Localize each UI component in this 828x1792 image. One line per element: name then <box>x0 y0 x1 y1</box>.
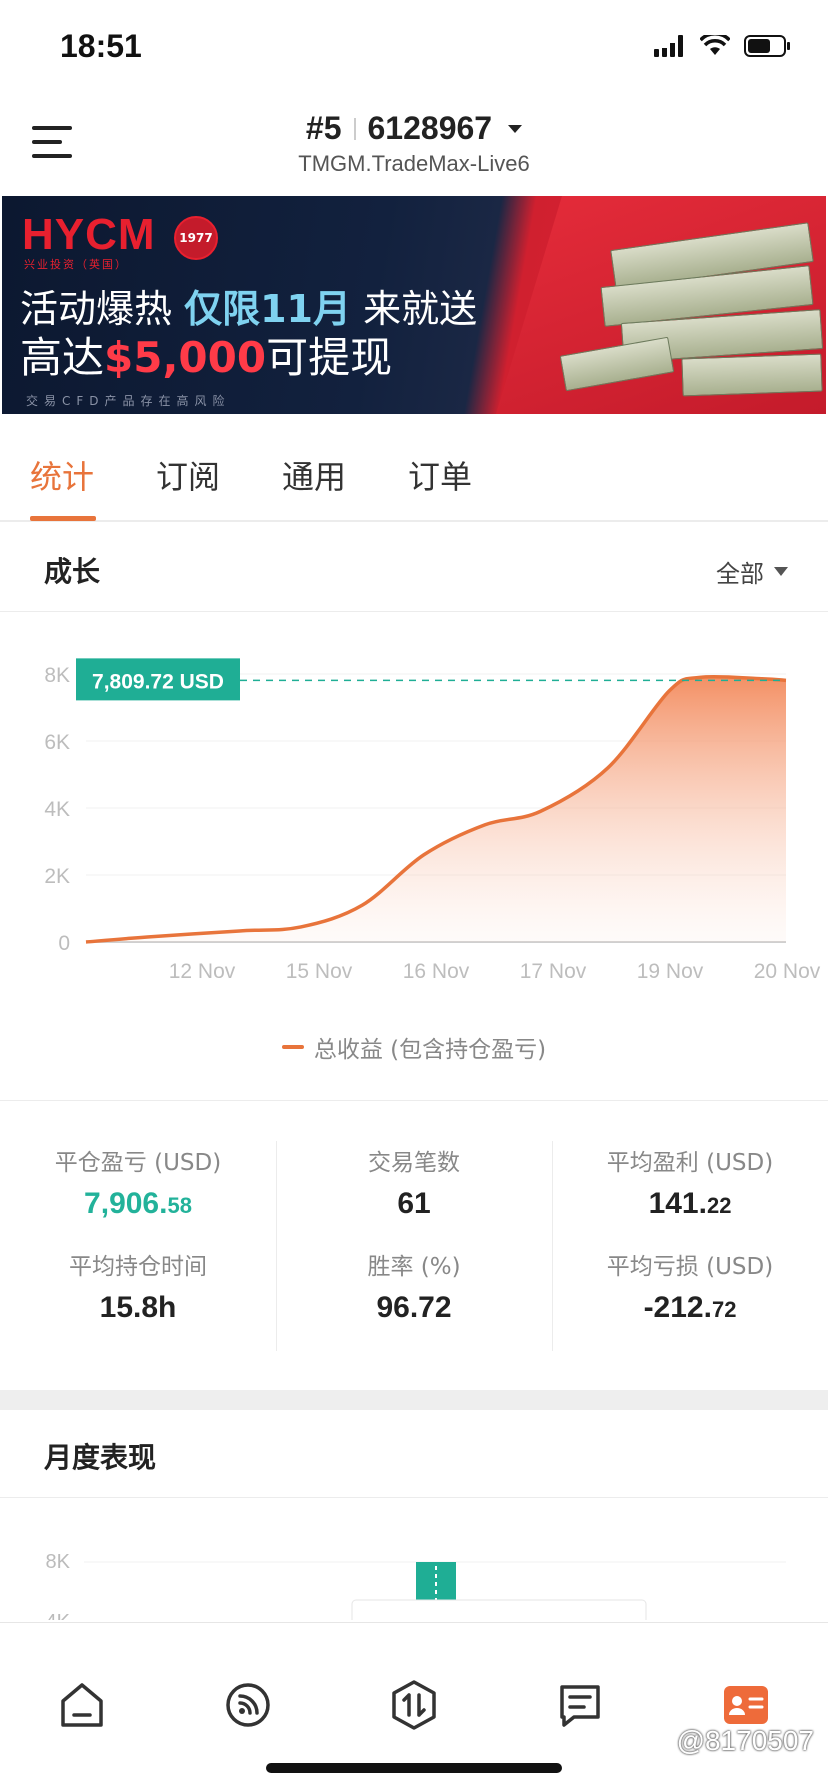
nav-home[interactable] <box>52 1675 112 1735</box>
status-icons <box>654 34 792 58</box>
y-tick-label: 8K <box>44 664 70 687</box>
y-tick-label: 6K <box>44 731 70 754</box>
x-tick-label: 20 Nov <box>754 960 821 983</box>
status-time: 18:51 <box>60 28 142 64</box>
tab-statistics[interactable]: 统计 <box>30 452 94 498</box>
tab-subscribe[interactable]: 订阅 <box>156 452 220 498</box>
banner-seal: 1977 <box>174 216 218 260</box>
signal-feed-icon <box>226 1683 270 1727</box>
wifi-icon <box>700 35 730 55</box>
tab-bar: 统计 订阅 通用 订单 <box>0 418 828 522</box>
monthly-y-tick: 8K <box>46 1551 71 1573</box>
y-tick-label: 0 <box>58 932 70 955</box>
avg-profit-value: 141.22 <box>648 1187 732 1220</box>
range-filter-label: 全部 <box>716 560 764 588</box>
avg-hold-value: 15.8h <box>99 1291 177 1324</box>
message-icon <box>560 1685 600 1727</box>
growth-area <box>86 676 786 942</box>
x-tick-label: 19 Nov <box>637 960 704 983</box>
monthly-tooltip <box>351 1599 647 1620</box>
legend-swatch <box>281 1045 304 1049</box>
stats-column-middle: 交易笔数 61 胜率 (%) 96.72 <box>276 1143 552 1351</box>
chevron-down-icon <box>774 567 788 576</box>
x-tick-label: 17 Nov <box>520 960 587 983</box>
avg-loss-label: 平均亏损 (USD) <box>606 1254 774 1280</box>
banner-logo-sub: 兴业投资（英国） <box>24 258 128 271</box>
x-tick-label: 16 Nov <box>403 960 470 983</box>
growth-header: 成长 全部 <box>0 524 828 612</box>
trades-label: 交易笔数 <box>368 1150 460 1176</box>
avg-hold-label: 平均持仓时间 <box>69 1254 207 1280</box>
monthly-title: 月度表现 <box>44 1441 157 1474</box>
status-bar: 18:51 <box>0 0 828 100</box>
avg-profit-label: 平均盈利 (USD) <box>606 1150 774 1176</box>
promo-banner[interactable]: HYCM 兴业投资（英国） 1977 活动爆热 仅限11月 来就送 高达$5,0… <box>2 196 826 414</box>
y-tick-label: 4K <box>44 798 70 821</box>
section-gap <box>0 1390 828 1410</box>
nav-messages[interactable] <box>550 1675 610 1735</box>
trades-value: 61 <box>397 1187 431 1220</box>
win-rate-value: 96.72 <box>376 1291 452 1324</box>
home-icon <box>61 1683 103 1727</box>
tab-orders[interactable]: 订单 <box>408 452 472 498</box>
battery-icon <box>744 35 790 57</box>
account-number: #5 <box>305 110 342 146</box>
nav-signals[interactable] <box>218 1675 278 1735</box>
app-header: #5 6128967 TMGM.TradeMax-Live6 <box>0 100 828 195</box>
banner-offer: 高达$5,000可提现 <box>20 333 393 382</box>
stats-column-left: 平仓盈亏 (USD) 7,906.58 平均持仓时间 15.8h <box>0 1143 276 1351</box>
stats-column-right: 平均盈利 (USD) 141.22 平均亏损 (USD) -212.72 <box>552 1143 828 1351</box>
account-separator <box>353 117 356 140</box>
account-id: 6128967 <box>367 110 493 146</box>
stats-panel: 平仓盈亏 (USD) 7,906.58 平均持仓时间 15.8h 交易笔数 61… <box>0 1100 828 1390</box>
growth-title: 成长 <box>44 555 101 588</box>
tab-general[interactable]: 通用 <box>282 452 346 498</box>
banner-risk-note: 交易CFD产品存在高风险 <box>26 394 231 408</box>
monthly-header: 月度表现 <box>0 1410 828 1498</box>
range-filter[interactable]: 全部 <box>716 554 788 589</box>
account-card-icon <box>724 1686 768 1724</box>
active-tab-indicator <box>30 516 96 521</box>
banner-logo: HYCM <box>22 210 156 259</box>
legend-label: 总收益 (包含持仓盈亏) <box>313 1037 547 1063</box>
monthly-chart: 8K 4K <box>0 1500 828 1620</box>
monthly-y-tick: 4K <box>46 1611 71 1620</box>
nav-trade[interactable] <box>384 1675 444 1735</box>
account-selector[interactable]: #5 6128967 TMGM.TradeMax-Live6 <box>0 110 828 177</box>
x-tick-label: 12 Nov <box>169 960 236 983</box>
current-value-label: 7,809.72 USD <box>92 670 224 693</box>
chart-legend: 总收益 (包含持仓盈亏) <box>0 1030 828 1064</box>
closed-pl-label: 平仓盈亏 (USD) <box>54 1150 222 1176</box>
x-tick-label: 15 Nov <box>286 960 353 983</box>
trade-icon <box>392 1680 436 1730</box>
growth-chart: 0 2K 4K 6K 8K 12 Nov 15 Nov 16 Nov 17 Nov 19 Nov 2… <box>44 658 821 983</box>
avg-loss-value: -212.72 <box>643 1291 737 1324</box>
y-tick-label: 2K <box>44 865 70 888</box>
server-name: TMGM.TradeMax-Live6 <box>298 151 530 176</box>
win-rate-label: 胜率 (%) <box>367 1254 461 1280</box>
watermark: @8170507 <box>676 1725 814 1756</box>
chevron-down-icon <box>508 124 523 133</box>
home-indicator <box>266 1763 562 1773</box>
bottom-nav: @8170507 <box>0 1622 828 1792</box>
cellular-signal-icon <box>654 35 683 57</box>
closed-pl-value: 7,906.58 <box>84 1187 192 1220</box>
